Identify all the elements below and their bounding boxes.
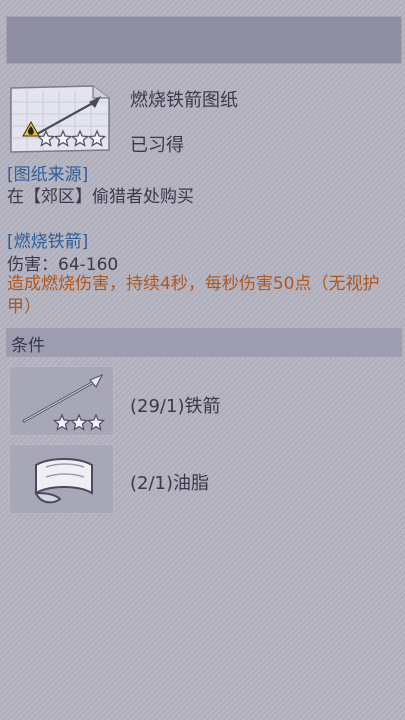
- material-slot-iron-arrow[interactable]: [9, 366, 114, 436]
- rarity-star: [69, 413, 89, 431]
- source-text: 在【郊区】偷猎者处购买: [7, 187, 194, 207]
- rarity-star: [53, 129, 73, 147]
- blueprint-rarity-stars: [38, 128, 108, 150]
- grease-icon: [34, 458, 93, 504]
- damage-stat: 伤害：64-160: [7, 255, 119, 275]
- material-slot-grease[interactable]: [9, 444, 114, 514]
- conditions-label: 条件: [11, 336, 45, 356]
- rarity-star: [38, 129, 56, 147]
- rarity-star: [70, 129, 90, 147]
- top-bar: [6, 16, 402, 64]
- effect-description: 造成燃烧伤害，持续4秒，每秒伤害50点（无视护甲）: [7, 274, 380, 317]
- rarity-star: [86, 413, 106, 431]
- item-name: 燃烧铁箭图纸: [130, 90, 238, 111]
- rarity-star: [87, 129, 107, 147]
- rarity-star: [52, 413, 72, 431]
- conditions-header: 条件: [6, 328, 402, 357]
- material-label-iron-arrow: (29/1)铁箭: [130, 396, 221, 417]
- detail-heading: [燃烧铁箭]: [7, 232, 89, 252]
- learned-status: 已习得: [130, 135, 184, 156]
- material-label-grease: (2/1)油脂: [130, 473, 210, 494]
